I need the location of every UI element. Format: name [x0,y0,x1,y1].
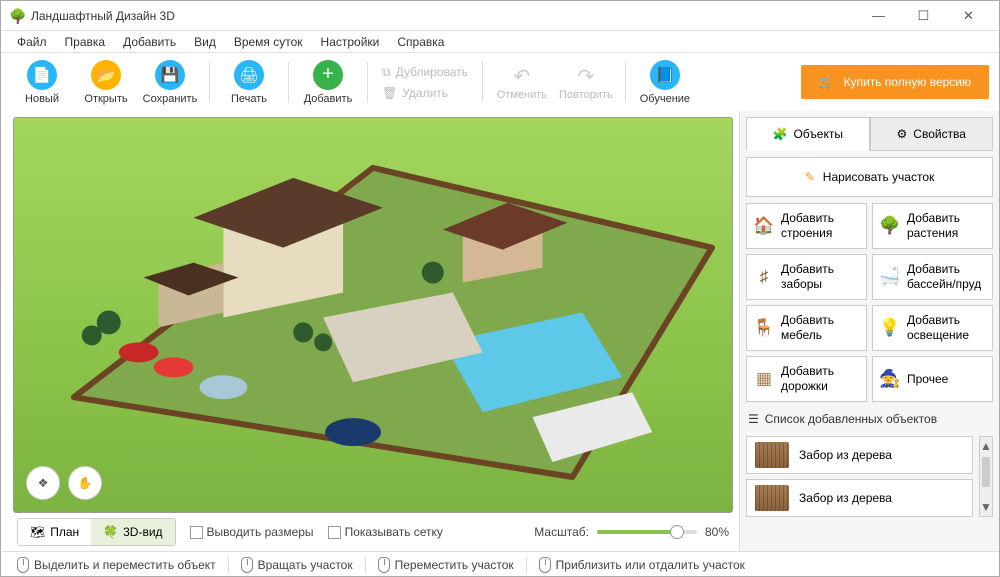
mouse-icon [539,557,551,573]
cat-paths[interactable]: ▦Добавить дорожки [746,356,867,402]
orbit-button[interactable]: ❖ [26,466,60,500]
buy-button[interactable]: 🛒Купить полную версию [801,65,989,99]
menu-file[interactable]: Файл [9,33,55,51]
path-icon: ▦ [753,368,775,390]
delete-button[interactable]: 🗑Удалить [376,84,474,102]
tab-properties[interactable]: ⚙Свойства [870,117,994,151]
tab-objects[interactable]: 🧩Объекты [746,117,870,151]
toolbar: 📄Новый 📂Открыть 💾Сохранить 🖨Печать +Доба… [1,53,999,111]
new-button[interactable]: 📄Новый [11,54,73,110]
maximize-button[interactable]: ☐ [901,2,946,30]
window-title: Ландшафтный Дизайн 3D [31,9,856,23]
cart-icon: 🛒 [819,75,834,89]
close-button[interactable]: ✕ [946,2,991,30]
cat-pool[interactable]: 🛁Добавить бассейн/пруд [872,254,993,300]
statusbar: Выделить и переместить объект Вращать уч… [1,551,999,577]
pan-button[interactable]: ✋ [68,466,102,500]
cat-fences[interactable]: ♯Добавить заборы [746,254,867,300]
house-icon: 🏠 [753,215,775,237]
minimize-button[interactable]: — [856,2,901,30]
fence-icon: ♯ [753,266,775,288]
open-button[interactable]: 📂Открыть [75,54,137,110]
gnome-icon: 🧙 [879,368,901,390]
lamp-icon: 💡 [879,317,901,339]
cat-furniture[interactable]: 🪑Добавить мебель [746,305,867,351]
menu-add[interactable]: Добавить [115,33,184,51]
mouse-icon [241,557,253,573]
duplicate-icon: ⧉ [382,65,391,80]
titlebar: 🌳 Ландшафтный Дизайн 3D — ☐ ✕ [1,1,999,31]
menu-edit[interactable]: Правка [57,33,114,51]
menu-settings[interactable]: Настройки [313,33,388,51]
chair-icon: 🪑 [753,317,775,339]
gear-icon: ⚙ [897,127,908,141]
menu-daytime[interactable]: Время суток [226,33,311,51]
leaf-icon: 🍀 [103,525,118,539]
stack-icon: ☰ [748,412,759,426]
redo-icon: ↷ [578,64,595,89]
scale-value: 80% [705,525,729,539]
add-button[interactable]: +Добавить [297,54,359,110]
checkbox-grid[interactable]: Показывать сетку [328,525,443,539]
cat-plants[interactable]: 🌳Добавить растения [872,203,993,249]
tab-plan[interactable]: 🗺План [18,519,91,545]
status-select: Выделить и переместить объект [11,557,222,573]
tree-icon: 🌳 [879,215,901,237]
fence-thumb-icon [755,442,789,468]
status-move: Переместить участок [372,557,520,573]
trash-icon: 🗑 [382,86,397,100]
status-zoom: Приблизить или отдалить участок [533,557,751,573]
undo-icon: ↶ [514,64,531,89]
status-rotate: Вращать участок [235,557,359,573]
hand-icon: ✋ [78,476,93,490]
list-scrollbar[interactable]: ▲▼ [979,436,993,517]
cat-lighting[interactable]: 💡Добавить освещение [872,305,993,351]
scale-slider[interactable] [597,530,697,534]
cat-other[interactable]: 🧙Прочее [872,356,993,402]
menu-view[interactable]: Вид [186,33,224,51]
mouse-icon [17,557,29,573]
plan-icon: 🗺 [30,525,45,539]
undo-button[interactable]: ↶Отменить [491,54,553,110]
list-item[interactable]: Забор из дерева [746,436,973,474]
side-panel: 🧩Объекты ⚙Свойства ✎Нарисовать участок 🏠… [739,111,999,551]
draw-plot-button[interactable]: ✎Нарисовать участок [746,157,993,197]
learn-button[interactable]: 📘Обучение [634,54,696,110]
list-item[interactable]: Забор из дерева [746,479,973,517]
save-button[interactable]: 💾Сохранить [139,54,201,110]
cat-buildings[interactable]: 🏠Добавить строения [746,203,867,249]
viewport-3d[interactable]: ❖ ✋ [13,117,733,513]
scale-label: Масштаб: [534,525,589,539]
checkbox-dimensions[interactable]: Выводить размеры [190,525,314,539]
pool-icon: 🛁 [879,266,901,288]
print-button[interactable]: 🖨Печать [218,54,280,110]
cube-icon: ❖ [38,476,49,490]
tab-3d-view[interactable]: 🍀3D-вид [91,519,174,545]
object-list-header: ☰Список добавленных объектов [746,408,993,430]
objects-icon: 🧩 [773,127,788,141]
duplicate-button[interactable]: ⧉Дублировать [376,63,474,82]
mouse-icon [378,557,390,573]
menubar: Файл Правка Добавить Вид Время суток Нас… [1,31,999,53]
fence-thumb-icon [755,485,789,511]
pencil-icon: ✎ [805,170,815,184]
menu-help[interactable]: Справка [389,33,452,51]
redo-button[interactable]: ↷Повторить [555,54,617,110]
app-icon: 🌳 [9,8,25,24]
